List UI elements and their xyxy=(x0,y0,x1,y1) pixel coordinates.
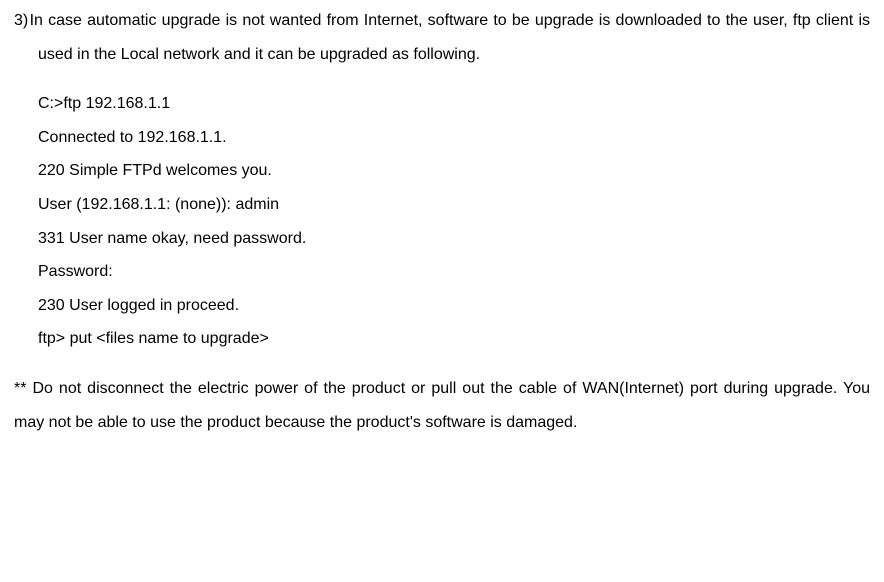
terminal-line-7: 230 User logged in proceed. xyxy=(38,289,870,323)
warning-note: ** Do not disconnect the electric power … xyxy=(14,372,870,439)
terminal-line-1: C:>ftp 192.168.1.1 xyxy=(38,87,870,121)
terminal-line-6: Password: xyxy=(38,255,870,289)
terminal-line-2: Connected to 192.168.1.1. xyxy=(38,121,870,155)
list-item-3: 3) In case automatic upgrade is not want… xyxy=(14,4,870,71)
list-item-3-text: In case automatic upgrade is not wanted … xyxy=(30,12,870,63)
terminal-line-5: 331 User name okay, need password. xyxy=(38,222,870,256)
list-number: 3) xyxy=(14,12,28,29)
terminal-block: C:>ftp 192.168.1.1 Connected to 192.168.… xyxy=(14,87,870,356)
terminal-line-8: ftp> put <files name to upgrade> xyxy=(38,322,870,356)
terminal-line-4: User (192.168.1.1: (none)): admin xyxy=(38,188,870,222)
warning-text: ** Do not disconnect the electric power … xyxy=(14,380,870,431)
terminal-line-3: 220 Simple FTPd welcomes you. xyxy=(38,154,870,188)
